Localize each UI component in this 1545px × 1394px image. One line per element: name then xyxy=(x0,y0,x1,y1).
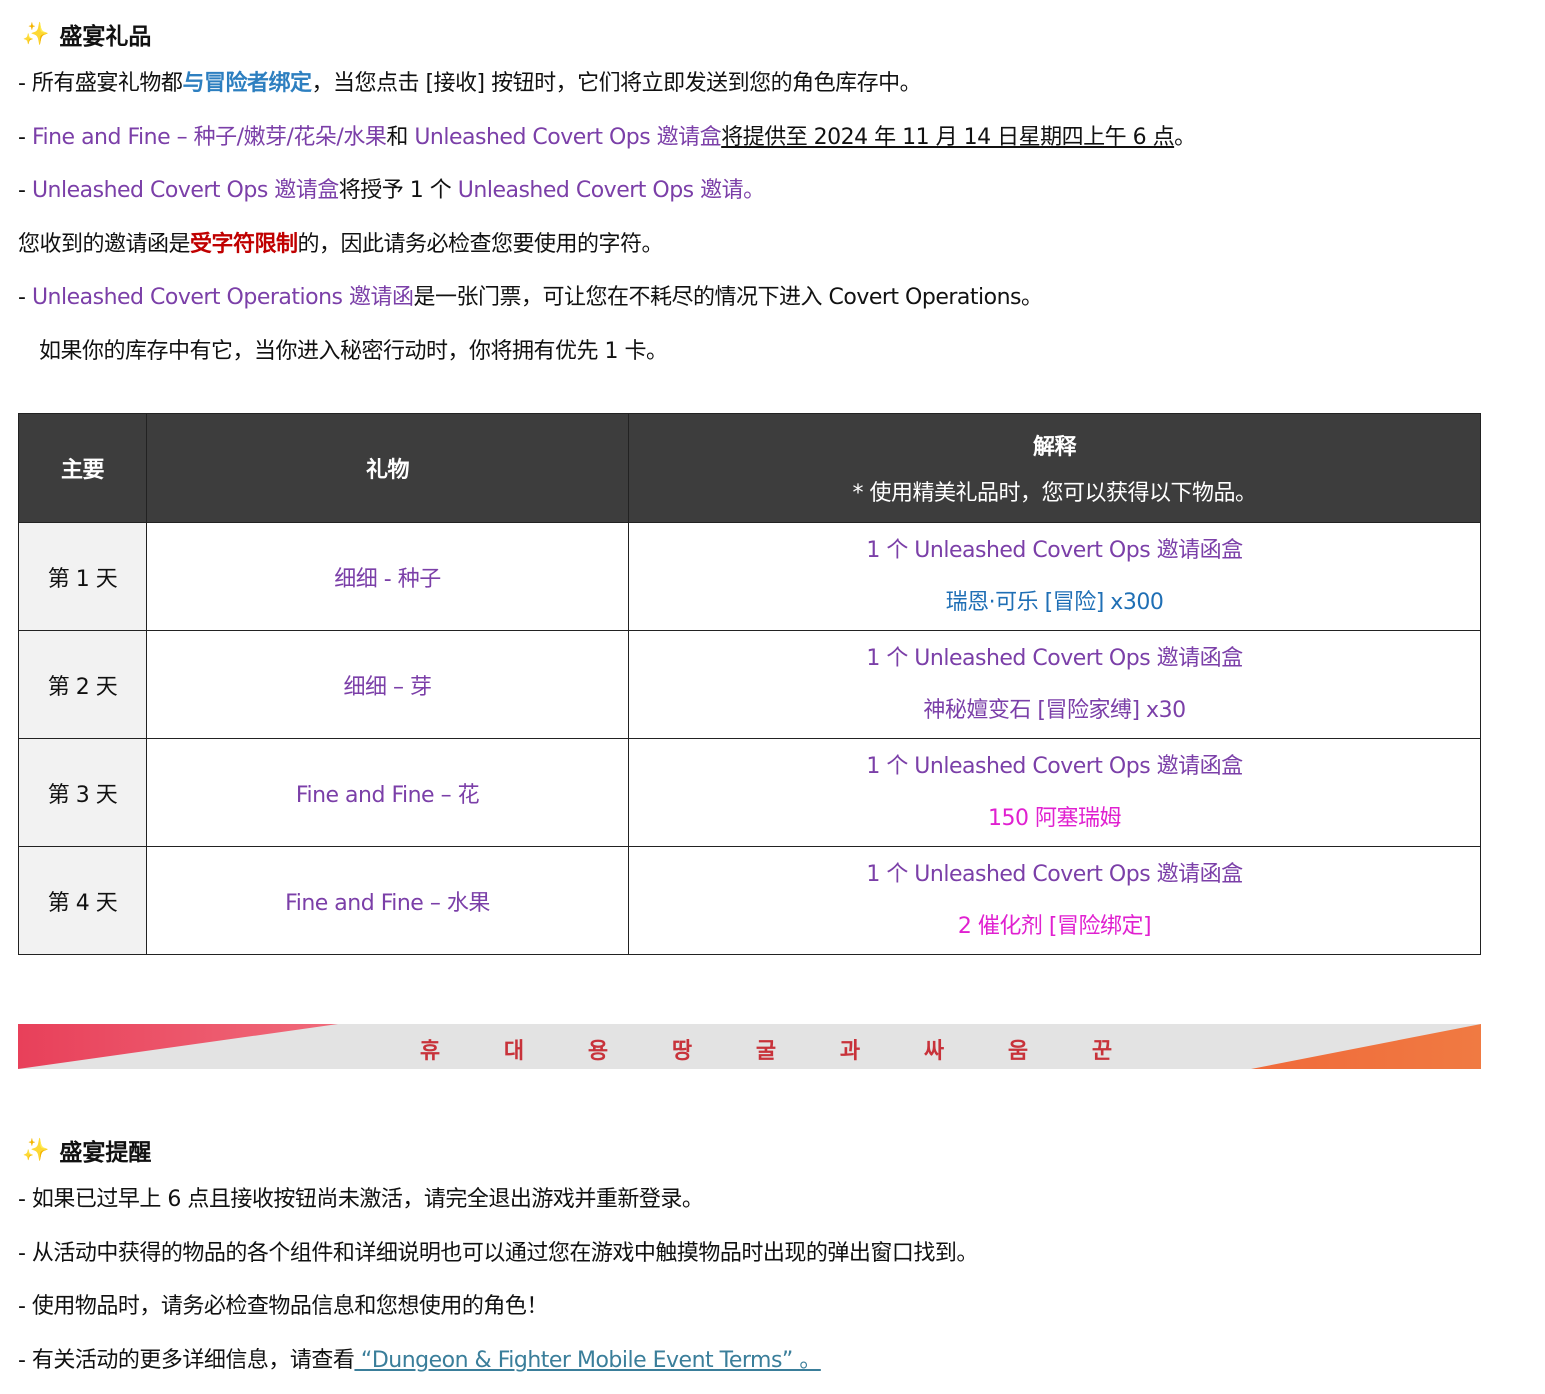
gift-cell: Fine and Fine – 水果 xyxy=(146,846,629,955)
section-title: 盛宴礼品 xyxy=(59,24,152,50)
text: ，当您点击 [接收] 按钮时，它们将立即发送到您的角色库存中。 xyxy=(311,71,922,96)
header-main: 主要 xyxy=(18,413,147,523)
reward-line: 神秘嬗变石 [冒险家缚] x30 xyxy=(923,697,1186,723)
reward-line: 150 阿塞瑞姆 xyxy=(988,805,1122,831)
header-explain: 解释 * 使用精美礼品时，您可以获得以下物品。 xyxy=(628,413,1481,523)
text: 是一张门票，可让您在不耗尽的情况下进入 Covert Operations。 xyxy=(413,285,1043,310)
gifts-table: 主要 礼物 解释 * 使用精美礼品时，您可以获得以下物品。 第 1 天 细细 -… xyxy=(18,413,1481,955)
table-row: 第 4 天 Fine and Fine – 水果 1 个 Unleashed C… xyxy=(18,846,1481,955)
day-cell: 第 3 天 xyxy=(18,738,147,847)
text: 。 xyxy=(1174,125,1196,150)
explain-cell: 1 个 Unleashed Covert Ops 邀请函盒 150 阿塞瑞姆 xyxy=(628,738,1481,847)
gift-cell: Fine and Fine – 花 xyxy=(146,738,629,847)
info-line: - Unleashed Covert Ops 邀请盒将授予 1 个 Unleas… xyxy=(18,177,765,205)
reminder-line: - 有关活动的更多详细信息，请查看 “Dungeon & Fighter Mob… xyxy=(18,1347,821,1375)
banner-char: 땅 xyxy=(671,1039,693,1064)
text: 您收到的邀请函是 xyxy=(18,232,191,257)
sparkles-icon: ✨ xyxy=(22,21,50,47)
sparkles-icon: ✨ xyxy=(22,1137,50,1163)
reward-line: 1 个 Unleashed Covert Ops 邀请函盒 xyxy=(866,753,1243,779)
banner-char: 휴 xyxy=(419,1039,441,1064)
gift-cell: 细细 - 种子 xyxy=(146,522,629,631)
deadline-text: 将提供至 2024 年 11 月 14 日星期四上午 6 点 xyxy=(721,125,1175,150)
event-terms-link[interactable]: “Dungeon & Fighter Mobile Event Terms” 。 xyxy=(354,1348,821,1373)
reminder-line: - 使用物品时，请务必检查物品信息和您想使用的角色！ xyxy=(18,1294,548,1319)
table-row: 第 1 天 细细 - 种子 1 个 Unleashed Covert Ops 邀… xyxy=(18,522,1481,631)
reward-line: 瑞恩·可乐 [冒险] x300 xyxy=(945,589,1164,615)
day-cell: 第 4 天 xyxy=(18,846,147,955)
highlight-text: 与冒险者绑定 xyxy=(182,71,312,96)
explain-cell: 1 个 Unleashed Covert Ops 邀请函盒 瑞恩·可乐 [冒险]… xyxy=(628,522,1481,631)
explain-cell: 1 个 Unleashed Covert Ops 邀请函盒 2 催化剂 [冒险绑… xyxy=(628,846,1481,955)
section-heading-feast-gifts: ✨ 盛宴礼品 xyxy=(22,17,151,51)
text: - xyxy=(18,178,32,203)
info-line: 如果你的库存中有它，当你进入秘密行动时，你将拥有优先 1 卡。 xyxy=(39,339,668,364)
text: 的，因此请务必检查您要使用的字符。 xyxy=(297,232,664,257)
banner-char: 꾼 xyxy=(1091,1039,1113,1064)
banner-left-stripe xyxy=(18,1024,338,1069)
day-cell: 第 2 天 xyxy=(18,630,147,739)
info-line: - Unleashed Covert Operations 邀请函是一张门票，可… xyxy=(18,284,1043,312)
table-header-row: 主要 礼物 解释 * 使用精美礼品时，您可以获得以下物品。 xyxy=(18,413,1481,523)
item-name: Unleashed Covert Ops 邀请盒 xyxy=(31,178,339,203)
section-title: 盛宴提醒 xyxy=(59,1140,152,1166)
section-heading-feast-reminder: ✨ 盛宴提醒 xyxy=(22,1133,151,1167)
item-name: Unleashed Covert Operations 邀请函 xyxy=(31,285,414,310)
banner-char: 대 xyxy=(503,1039,525,1064)
header-explain-title: 解释 xyxy=(1032,435,1077,460)
divider-banner: 휴 대 용 땅 굴 과 싸 움 꾼 xyxy=(18,1024,1481,1069)
text: - xyxy=(18,125,32,150)
table-row: 第 3 天 Fine and Fine – 花 1 个 Unleashed Co… xyxy=(18,738,1481,847)
reminder-line: - 如果已过早上 6 点且接收按钮尚未激活，请完全退出游戏并重新登录。 xyxy=(18,1187,704,1212)
reward-line: 1 个 Unleashed Covert Ops 邀请函盒 xyxy=(866,645,1243,671)
text: - 有关活动的更多详细信息，请查看 xyxy=(18,1348,355,1373)
banner-char: 싸 xyxy=(923,1039,945,1064)
explain-cell: 1 个 Unleashed Covert Ops 邀请函盒 神秘嬗变石 [冒险家… xyxy=(628,630,1481,739)
info-line: - Fine and Fine – 种子/嫩芽/花朵/水果和 Unleashed… xyxy=(18,124,1196,152)
text: 将授予 1 个 xyxy=(338,178,458,203)
banner-text: 휴 대 용 땅 굴 과 싸 움 꾼 xyxy=(416,1033,1116,1065)
info-line: 您收到的邀请函是受字符限制的，因此请务必检查您要使用的字符。 xyxy=(18,231,664,259)
banner-char: 용 xyxy=(587,1039,609,1064)
text: 和 xyxy=(386,125,415,150)
reward-line: 1 个 Unleashed Covert Ops 邀请函盒 xyxy=(866,537,1243,563)
text: - xyxy=(18,285,32,310)
banner-char: 움 xyxy=(1007,1039,1029,1064)
reminder-line: - 从活动中获得的物品的各个组件和详细说明也可以通过您在游戏中触摸物品时出现的弹… xyxy=(18,1241,978,1266)
reward-line: 1 个 Unleashed Covert Ops 邀请函盒 xyxy=(866,861,1243,887)
item-name: Unleashed Covert Ops 邀请。 xyxy=(457,178,765,203)
reward-line: 2 催化剂 [冒险绑定] xyxy=(957,913,1152,939)
item-name: Fine and Fine – 种子/嫩芽/花朵/水果 xyxy=(31,125,387,150)
info-line: - 所有盛宴礼物都与冒险者绑定，当您点击 [接收] 按钮时，它们将立即发送到您的… xyxy=(18,70,922,98)
item-name: Unleashed Covert Ops 邀请盒 xyxy=(414,125,722,150)
banner-char: 굴 xyxy=(755,1039,777,1064)
banner-right-stripe xyxy=(1251,1024,1481,1069)
header-gift: 礼物 xyxy=(146,413,629,523)
header-explain-subtitle: * 使用精美礼品时，您可以获得以下物品。 xyxy=(852,481,1258,506)
warning-text: 受字符限制 xyxy=(190,232,298,257)
gift-cell: 细细 – 芽 xyxy=(146,630,629,739)
table-row: 第 2 天 细细 – 芽 1 个 Unleashed Covert Ops 邀请… xyxy=(18,630,1481,739)
day-cell: 第 1 天 xyxy=(18,522,147,631)
banner-char: 과 xyxy=(839,1039,861,1064)
text: - 所有盛宴礼物都 xyxy=(18,71,183,96)
